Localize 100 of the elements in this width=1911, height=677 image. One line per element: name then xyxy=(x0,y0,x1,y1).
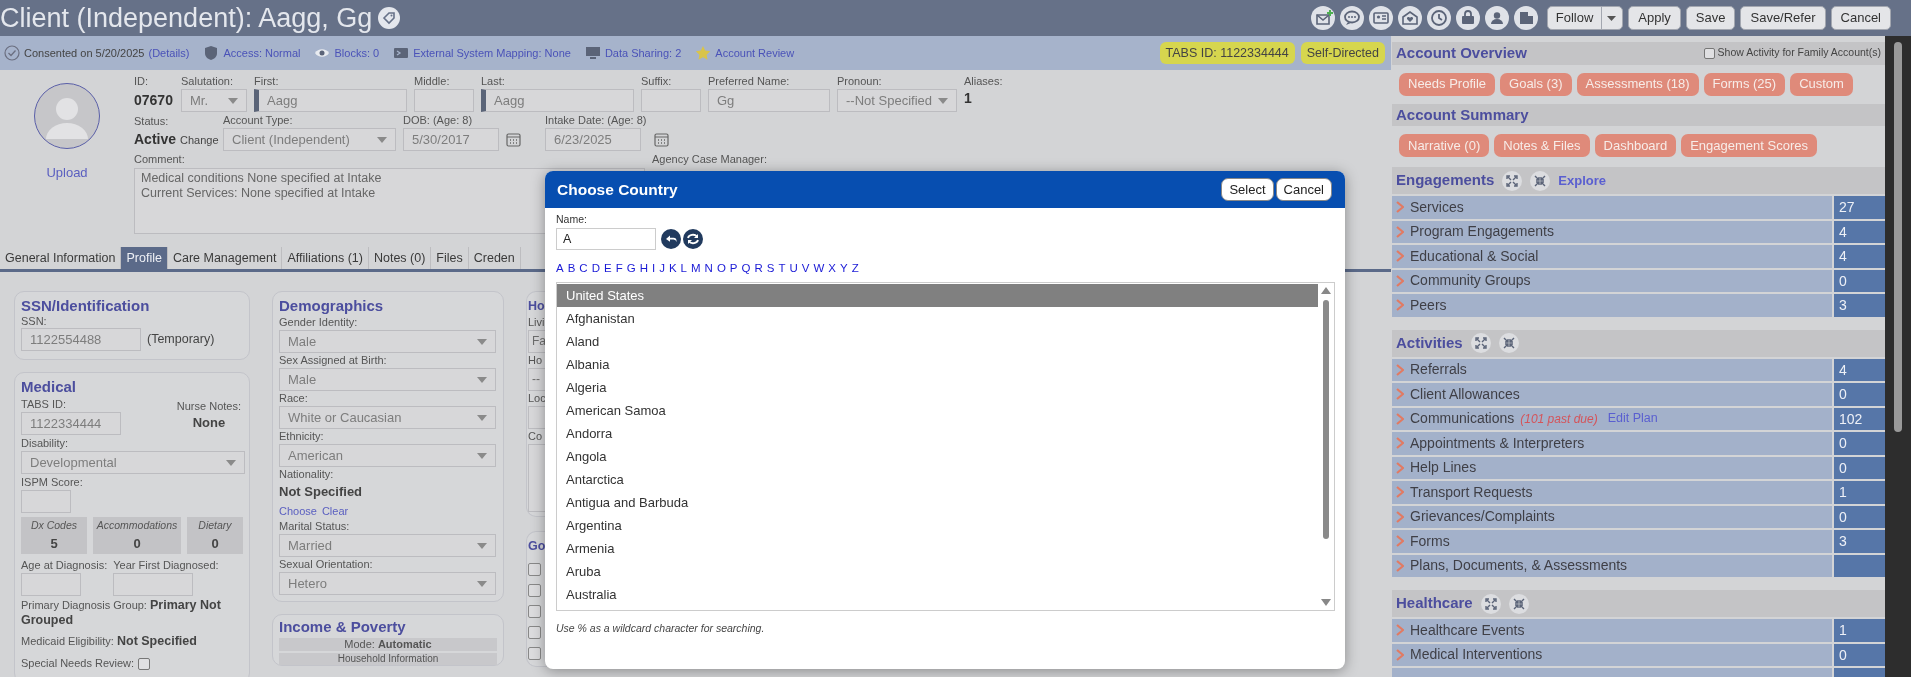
country-item[interactable]: Algeria xyxy=(557,376,1318,399)
letter-link[interactable]: C xyxy=(579,259,588,277)
letter-link[interactable]: Y xyxy=(840,259,848,277)
country-item[interactable]: Andorra xyxy=(557,422,1318,445)
info-link[interactable]: Blocks: 0 xyxy=(334,44,380,62)
input-field[interactable]: 1122554488 xyxy=(21,328,141,351)
list-row[interactable]: Healthcare Events xyxy=(1392,619,1832,642)
country-item[interactable]: Australia xyxy=(557,583,1318,606)
scrollbar-thumb[interactable] xyxy=(1323,300,1329,539)
refresh-icon[interactable] xyxy=(683,228,703,249)
letter-link[interactable]: U xyxy=(789,259,798,277)
country-item[interactable]: Antarctica xyxy=(557,468,1318,491)
header-button[interactable]: Save xyxy=(1685,6,1736,30)
scrollbar-thumb[interactable] xyxy=(1894,42,1902,432)
checkbox[interactable] xyxy=(528,626,541,639)
letter-link[interactable]: P xyxy=(729,259,738,277)
country-item[interactable]: Antigua and Barbuda xyxy=(557,491,1318,514)
collapse-icon[interactable] xyxy=(1530,170,1551,191)
header-button[interactable]: Apply xyxy=(1628,6,1681,30)
follow-button[interactable]: Follow xyxy=(1546,6,1624,30)
list-row[interactable]: Referrals xyxy=(1392,358,1832,381)
letter-link[interactable]: G xyxy=(626,259,636,277)
info-link[interactable]: Account Review xyxy=(715,44,795,62)
letter-link[interactable]: X xyxy=(828,259,836,277)
tab[interactable]: Profile xyxy=(121,247,168,269)
dropdown[interactable]: Fa xyxy=(528,330,548,353)
country-item[interactable]: Argentina xyxy=(557,514,1318,537)
input-field[interactable] xyxy=(21,490,71,513)
dropdown[interactable]: Male xyxy=(279,368,496,391)
list-row[interactable]: Educational & Social xyxy=(1392,245,1832,268)
input-field[interactable] xyxy=(528,406,548,429)
list-row[interactable]: Peers xyxy=(1392,294,1832,317)
dropdown[interactable]: Mr. xyxy=(181,89,247,112)
input-field[interactable] xyxy=(113,573,194,597)
dialog-button[interactable]: Select xyxy=(1221,178,1274,201)
input-field[interactable]: 6/23/2025 xyxy=(545,128,641,151)
dialog-button[interactable]: Cancel xyxy=(1275,178,1332,201)
letter-link[interactable]: J xyxy=(659,259,665,277)
clock-icon[interactable] xyxy=(1426,6,1451,30)
letter-link[interactable]: F xyxy=(615,259,623,277)
checkbox[interactable] xyxy=(138,657,151,670)
list-row[interactable]: Appointments & Interpreters xyxy=(1392,432,1832,455)
letter-link[interactable]: I xyxy=(651,259,656,277)
letter-link[interactable]: R xyxy=(754,259,763,277)
upload-link[interactable]: Upload xyxy=(46,163,88,183)
country-item[interactable]: Afghanistan xyxy=(557,307,1318,330)
letter-link[interactable]: A xyxy=(556,259,564,277)
dropdown[interactable]: Client (Independent) xyxy=(223,128,396,151)
nationality-link[interactable]: Choose xyxy=(279,502,317,519)
dropdown[interactable]: Married xyxy=(279,534,496,557)
list-row[interactable]: Services xyxy=(1392,196,1832,219)
collapse-icon[interactable] xyxy=(1508,593,1529,614)
checkbox[interactable] xyxy=(528,605,541,618)
info-link[interactable]: Access: Normal xyxy=(223,44,301,62)
list-row[interactable]: Grievances/Complaints xyxy=(1392,505,1832,528)
dropdown[interactable]: White or Caucasian xyxy=(279,406,496,429)
input-field[interactable]: Gg xyxy=(708,89,830,112)
calendar-icon[interactable] xyxy=(506,132,521,147)
chat-icon[interactable] xyxy=(1339,6,1364,30)
dropdown[interactable]: Hetero xyxy=(279,572,496,595)
dropdown[interactable]: Developmental xyxy=(21,451,245,474)
letter-link[interactable]: L xyxy=(680,259,687,277)
person-icon[interactable] xyxy=(1484,6,1509,30)
country-item[interactable]: United States xyxy=(557,284,1318,307)
mail-plus-icon[interactable] xyxy=(1310,6,1335,30)
input-field[interactable]: 1122334444 xyxy=(21,412,121,435)
list-row[interactable]: Plans, Documents, & Assessments xyxy=(1392,554,1832,577)
checkbox[interactable] xyxy=(528,563,541,576)
checkbox[interactable] xyxy=(528,647,541,660)
list-row[interactable]: Community Groups xyxy=(1392,269,1832,292)
list-row[interactable]: Communications (101 past due) Edit Plan xyxy=(1392,407,1832,430)
explore-link[interactable]: Explore xyxy=(1558,170,1607,191)
id-card-icon[interactable] xyxy=(1368,6,1393,30)
nationality-link[interactable]: Clear xyxy=(321,502,349,519)
dropdown[interactable]: -- xyxy=(528,368,548,391)
country-item[interactable]: American Samoa xyxy=(557,399,1318,422)
dropdown[interactable]: Male xyxy=(279,330,496,353)
building-icon[interactable] xyxy=(1513,6,1538,30)
letter-link[interactable]: H xyxy=(639,259,648,277)
list-row[interactable]: Client Allowances xyxy=(1392,383,1832,406)
info-link[interactable]: Data Sharing: 2 xyxy=(604,44,682,62)
info-link[interactable]: External System Mapping: None xyxy=(413,44,571,62)
expand-icon[interactable] xyxy=(1470,333,1491,353)
country-item[interactable]: Angola xyxy=(557,445,1318,468)
input-field[interactable]: Aagg xyxy=(481,89,634,112)
letter-link[interactable]: K xyxy=(668,259,677,277)
letter-link[interactable]: M xyxy=(690,259,701,277)
country-item[interactable]: Albania xyxy=(557,353,1318,376)
text-area[interactable] xyxy=(528,444,548,512)
calendar-icon[interactable] xyxy=(653,132,669,147)
undo-icon[interactable] xyxy=(661,228,681,249)
header-button[interactable]: Save/Refer xyxy=(1740,6,1826,30)
name-field[interactable]: A xyxy=(556,227,656,250)
header-button[interactable]: Cancel xyxy=(1830,6,1891,30)
checkbox[interactable] xyxy=(528,584,541,597)
collapse-icon[interactable] xyxy=(1498,333,1519,353)
letter-link[interactable]: D xyxy=(591,259,600,277)
expand-icon[interactable] xyxy=(1480,593,1501,614)
country-item[interactable]: Armenia xyxy=(557,537,1318,560)
letter-link[interactable]: O xyxy=(716,259,726,277)
